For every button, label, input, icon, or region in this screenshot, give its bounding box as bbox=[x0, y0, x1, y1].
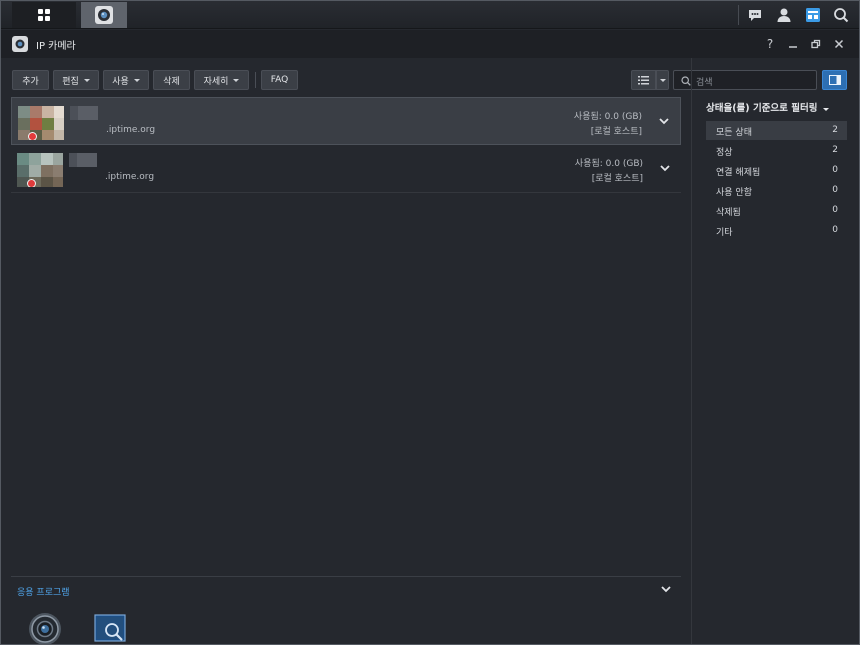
app-root: IP 카메라 ? 추가 편집 사용 삭제 자세히 FAQ 검색 .iptime.… bbox=[0, 0, 860, 645]
toolbar-separator bbox=[255, 72, 256, 88]
filter-item-label: 삭제됨 bbox=[716, 208, 741, 218]
recording-indicator-icon bbox=[27, 179, 36, 187]
filter-item-other[interactable]: 기타 0 bbox=[706, 221, 847, 240]
view-mode-dropdown[interactable] bbox=[656, 70, 669, 90]
minimize-icon bbox=[789, 46, 797, 48]
edit-button[interactable]: 편집 bbox=[53, 70, 99, 90]
caret-down-icon bbox=[823, 108, 830, 111]
camera-location: [로컬 호스트] bbox=[590, 127, 642, 137]
help-icon: ? bbox=[766, 37, 774, 51]
filter-item-label: 모든 상태 bbox=[716, 128, 752, 138]
filter-item-disabled[interactable]: 사용 안함 0 bbox=[706, 181, 847, 200]
filter-item-count: 0 bbox=[832, 165, 838, 175]
view-mode-button[interactable] bbox=[631, 70, 656, 90]
faq-button-label: FAQ bbox=[270, 75, 289, 85]
live-view-app-icon[interactable] bbox=[28, 612, 62, 645]
camera-name-redacted bbox=[77, 153, 97, 167]
camera-app-icon bbox=[95, 6, 113, 24]
filter-item-label: 사용 안함 bbox=[716, 188, 752, 198]
widgets-button[interactable] bbox=[805, 1, 821, 29]
filter-item-deleted[interactable]: 삭제됨 0 bbox=[706, 201, 847, 220]
filter-item-count: 0 bbox=[832, 185, 838, 195]
use-button-label: 사용 bbox=[112, 76, 129, 87]
camera-location: [로컬 호스트] bbox=[591, 174, 643, 184]
camera-app-icon bbox=[12, 36, 28, 52]
delete-button-label: 삭제 bbox=[163, 76, 180, 87]
filter-item-disconnected[interactable]: 연결 해제됨 0 bbox=[706, 161, 847, 180]
camera-host: .iptime.org bbox=[105, 172, 155, 182]
filter-item-count: 0 bbox=[832, 205, 838, 215]
caret-down-icon bbox=[659, 78, 666, 82]
filter-item-label: 정상 bbox=[716, 148, 733, 158]
recording-search-app-icon[interactable] bbox=[94, 614, 126, 642]
apps-section-title[interactable]: 응용 프로그램 bbox=[17, 585, 70, 598]
main-menu-icon bbox=[38, 9, 50, 21]
filter-title-label: 상태을(를) 기준으로 필터링 bbox=[706, 103, 818, 114]
detail-button-label: 자세히 bbox=[203, 76, 229, 87]
camera-thumbnail bbox=[17, 153, 63, 187]
camera-host: .iptime.org bbox=[106, 125, 156, 135]
taskbar bbox=[1, 1, 859, 29]
camera-thumbnail bbox=[18, 106, 64, 140]
close-icon bbox=[834, 39, 844, 49]
caret-down-icon bbox=[83, 78, 90, 82]
camera-row[interactable]: .iptime.org 사용됨: 0.0 (GB) [로컬 호스트] bbox=[11, 97, 681, 145]
apps-separator bbox=[11, 576, 681, 577]
user-button[interactable] bbox=[776, 1, 792, 29]
use-button[interactable]: 사용 bbox=[103, 70, 149, 90]
list-view-icon bbox=[638, 76, 649, 85]
filter-item-all[interactable]: 모든 상태 2 bbox=[706, 121, 847, 140]
restore-button[interactable] bbox=[808, 36, 824, 52]
search-taskbar-button[interactable] bbox=[833, 1, 849, 29]
close-button[interactable] bbox=[831, 36, 847, 52]
chat-button[interactable] bbox=[747, 1, 763, 29]
camera-usage: 사용됨: 0.0 (GB) bbox=[573, 112, 642, 122]
edit-button-label: 편집 bbox=[62, 76, 79, 87]
caret-down-icon bbox=[233, 78, 240, 82]
faq-button[interactable]: FAQ bbox=[261, 70, 298, 90]
filter-title[interactable]: 상태을(를) 기준으로 필터링 bbox=[706, 100, 830, 114]
chat-icon bbox=[749, 10, 761, 21]
window-title: IP 카메라 bbox=[36, 41, 76, 52]
recording-indicator-icon bbox=[28, 132, 37, 140]
filter-item-label: 기타 bbox=[716, 228, 733, 238]
filter-item-count: 2 bbox=[832, 145, 838, 155]
filter-item-count: 2 bbox=[832, 125, 838, 135]
expand-chevron-icon[interactable] bbox=[659, 162, 671, 174]
window-titlebar[interactable]: IP 카메라 ? bbox=[1, 30, 859, 58]
add-button-label: 추가 bbox=[22, 76, 39, 87]
search-icon bbox=[834, 8, 849, 23]
filter-item-label: 연결 해제됨 bbox=[716, 168, 761, 178]
help-button[interactable]: ? bbox=[762, 36, 778, 52]
search-icon bbox=[681, 76, 691, 86]
caret-down-icon bbox=[133, 78, 140, 82]
detail-button[interactable]: 자세히 bbox=[194, 70, 249, 90]
filter-item-normal[interactable]: 정상 2 bbox=[706, 141, 847, 160]
camera-name-redacted bbox=[78, 106, 98, 120]
taskbar-ip-camera-button[interactable] bbox=[81, 2, 127, 28]
camera-row[interactable]: .iptime.org 사용됨: 0.0 (GB) [로컬 호스트] bbox=[11, 145, 681, 193]
camera-usage: 사용됨: 0.0 (GB) bbox=[574, 159, 643, 169]
restore-icon bbox=[811, 39, 821, 49]
camera-list: .iptime.org 사용됨: 0.0 (GB) [로컬 호스트] .ipti… bbox=[11, 97, 681, 193]
filter-item-count: 0 bbox=[832, 225, 838, 235]
widgets-icon bbox=[806, 8, 820, 22]
minimize-button[interactable] bbox=[785, 36, 801, 52]
collapse-chevron-icon[interactable] bbox=[660, 583, 672, 595]
expand-chevron-icon[interactable] bbox=[658, 115, 670, 127]
taskbar-separator bbox=[738, 5, 739, 25]
delete-button[interactable]: 삭제 bbox=[153, 70, 190, 90]
add-button[interactable]: 추가 bbox=[12, 70, 49, 90]
user-icon bbox=[777, 8, 791, 22]
main-menu-button[interactable] bbox=[12, 2, 76, 28]
